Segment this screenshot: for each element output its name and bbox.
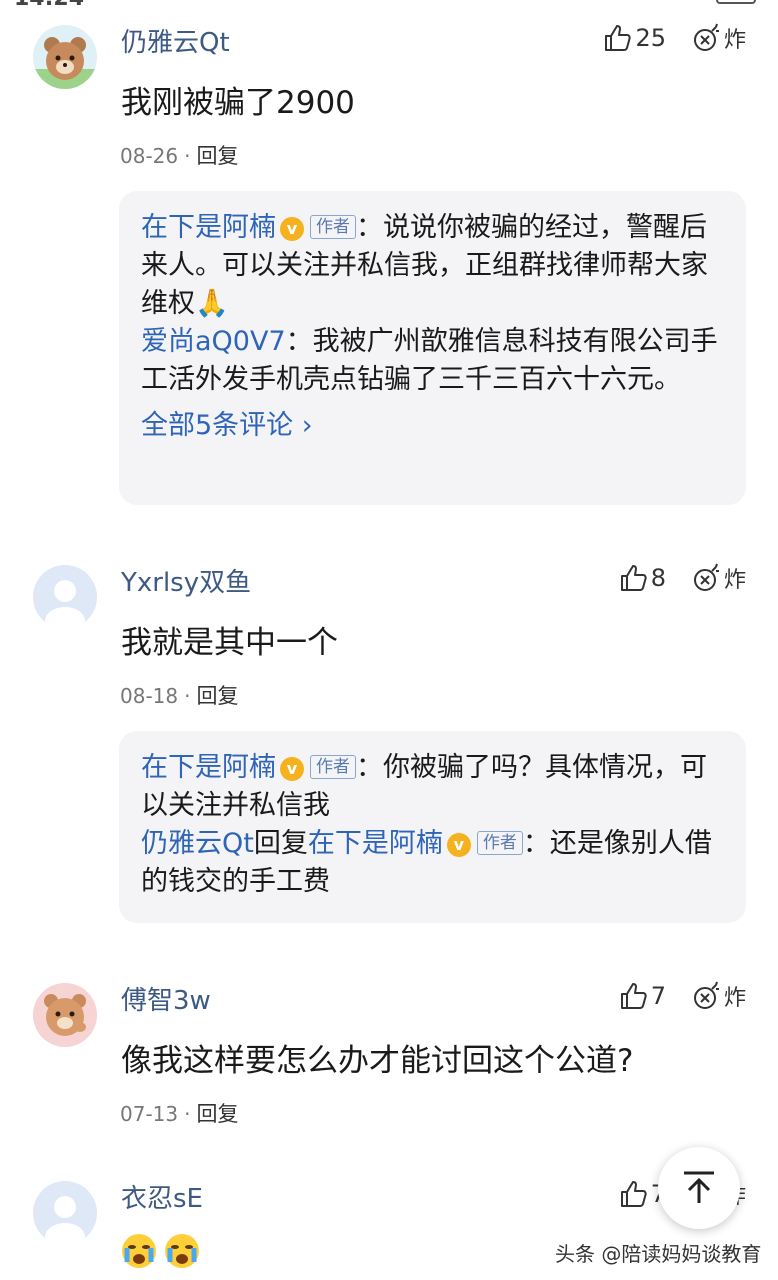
reply-button[interactable]: 回复 [196,1102,238,1126]
comment-date: 08-26 [120,144,179,168]
comment-date: 07-13 [120,1102,179,1126]
reply-item: 仍雅云Qt回复在下是阿楠 v 作者 ：还是像别人借的钱交的手工费 [141,825,724,901]
reply-item: 在下是阿楠 v 作者 ：说说你被骗的经过，警醒后来人。可以关注并私信我，正组群找律师帮… [141,209,724,323]
arrow-up-icon [684,1171,714,1203]
comment-actions: 8 炸 [619,558,746,598]
like-button[interactable]: 7 [619,981,666,1011]
like-button[interactable]: 25 [603,23,666,53]
avatar[interactable] [33,983,97,1047]
thumbs-up-icon [620,1181,647,1207]
comment-meta: 08-18 · 回复 [120,684,239,708]
comment-author[interactable]: 仍雅云Qt [121,22,230,59]
like-count: 8 [650,564,666,592]
comment-text: 我就是其中一个 [121,625,338,661]
comment-meta: 07-13 · 回复 [120,1102,239,1126]
avatar[interactable] [33,1181,97,1245]
comment-author[interactable]: 傅智3w [121,980,211,1017]
comment-author[interactable]: 衣忍sE [121,1178,203,1215]
reply-button[interactable]: 回复 [196,684,238,708]
status-bar: 14:24 [0,0,778,11]
reply-target[interactable]: 在下是阿楠 [308,828,443,859]
reply-author[interactable]: 仍雅云Qt [141,828,254,859]
comment-actions: 25 炸 [603,18,746,58]
like-count: 25 [635,24,666,52]
report-label: 炸 [723,568,746,593]
comment-text: 我刚被骗了2900 [121,85,355,121]
reply-author[interactable]: 在下是阿楠 [141,752,276,783]
bomb-icon [693,563,719,591]
report-label: 炸 [723,986,746,1011]
like-button[interactable]: 8 [619,563,666,593]
reply-author[interactable]: 爱尚aQ0V7 [141,326,286,357]
author-tag: 作者 [476,831,523,855]
reply-thread: 在下是阿楠 v 作者 ：说说你被骗的经过，警醒后来人。可以关注并私信我，正组群找律师帮… [119,191,746,505]
report-button[interactable]: 炸 [692,562,746,594]
battery-icon [716,0,756,4]
comment-date: 08-18 [120,684,179,708]
author-tag: 作者 [310,215,356,239]
like-count: 7 [650,982,666,1010]
comment-actions: 7 炸 [619,976,746,1016]
reply-thread: 在下是阿楠 v 作者 ：你被骗了吗？具体情况，可以关注并私信我 仍雅云Qt回复在下是阿… [119,731,746,923]
view-all-replies-link[interactable]: 全部5条评论 › [141,403,724,442]
avatar[interactable] [33,565,97,629]
thumbs-up-icon [620,983,647,1009]
report-button[interactable]: 炸 [692,980,746,1012]
verified-badge-icon: v [446,833,471,857]
author-tag: 作者 [310,755,356,779]
watermark: 头条 @陪读妈妈谈教育 [555,1242,762,1266]
comment-text: 像我这样要怎么办才能讨回这个公道? [121,1043,634,1079]
comment-author[interactable]: Yxrlsy双鱼 [121,562,251,599]
avatar[interactable] [33,25,97,89]
comment-meta: 08-26 · 回复 [120,144,239,168]
crying-emoji-icon [122,1234,156,1268]
scroll-to-top-button[interactable] [658,1147,740,1229]
verified-badge-icon: v [280,757,304,781]
report-button[interactable]: 炸 [692,22,746,54]
reply-item: 在下是阿楠 v 作者 ：你被骗了吗？具体情况，可以关注并私信我 [141,749,724,825]
crying-emoji-icon [165,1234,199,1268]
reply-mid: 回复 [253,828,308,859]
status-time: 14:24 [14,0,84,11]
bomb-icon [693,981,719,1009]
report-label: 炸 [723,28,746,53]
reply-author[interactable]: 在下是阿楠 [141,212,276,243]
bomb-icon [693,23,719,51]
verified-badge-icon: v [280,217,304,241]
thumbs-up-icon [620,565,647,591]
reply-item: 爱尚aQ0V7：我被广州歆雅信息科技有限公司手工活外发手机壳点钻骗了三千三百六十… [141,323,724,399]
thumbs-up-icon [605,25,632,51]
reply-button[interactable]: 回复 [196,144,238,168]
